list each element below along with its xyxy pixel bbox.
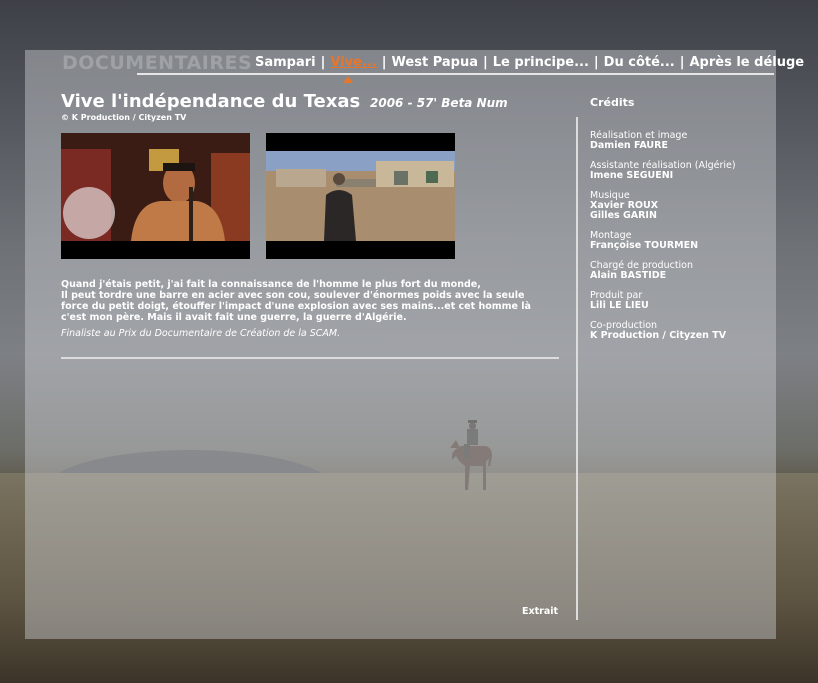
film-copyright: © K Production / Cityzen TV xyxy=(61,113,187,122)
film-still-strongman[interactable] xyxy=(61,133,250,259)
nav-separator: | xyxy=(381,55,387,70)
content-divider xyxy=(61,357,559,359)
credit-name: K Production / Cityzen TV xyxy=(590,330,727,341)
credit-entry: Réalisation et image Damien FAURE xyxy=(590,131,770,151)
credit-name: Lili LE LIEU xyxy=(590,300,649,311)
credit-entry: Produit par Lili LE LIEU xyxy=(590,291,770,311)
credits-divider xyxy=(576,117,578,620)
nav-item-sampari[interactable]: Sampari xyxy=(255,55,316,70)
desert-man-image xyxy=(266,133,455,259)
section-title: DOCUMENTAIRES xyxy=(62,52,253,74)
extract-link[interactable]: Extrait xyxy=(522,606,558,617)
synopsis-line: Il peut tordre une barre en acier avec s… xyxy=(61,290,525,301)
credit-entry: Chargé de production Alain BASTIDE xyxy=(590,261,770,281)
credit-name: Damien FAURE xyxy=(590,140,668,151)
credit-entry: Assistante réalisation (Algérie) Imene S… xyxy=(590,161,770,181)
nav-separator: | xyxy=(320,55,326,70)
nav-item-du-cote[interactable]: Du côté... xyxy=(604,55,675,70)
nav-item-vive[interactable]: Vive... xyxy=(330,55,376,70)
active-nav-triangle-icon xyxy=(343,76,353,83)
credit-name: Alain BASTIDE xyxy=(590,270,667,281)
film-meta: 2006 - 57' Beta Num xyxy=(370,96,508,110)
credit-name: Gilles GARIN xyxy=(590,210,657,221)
documentaries-nav: Sampari | Vive... | West Papua | Le principe..… xyxy=(255,55,804,70)
nav-separator: | xyxy=(593,55,599,70)
nav-separator: | xyxy=(679,55,685,70)
credits-list: Réalisation et image Damien FAURE Assist… xyxy=(590,131,770,351)
film-award: Finaliste au Prix du Documentaire de Cré… xyxy=(61,328,341,339)
nav-item-west-papua[interactable]: West Papua xyxy=(392,55,478,70)
credit-entry: Co-production K Production / Cityzen TV xyxy=(590,321,770,341)
nav-item-apres-le-deluge[interactable]: Après le déluge xyxy=(689,55,804,70)
credit-name: Imene SEGUENI xyxy=(590,170,674,181)
synopsis-line: c'est mon père. Mais il avait fait une g… xyxy=(61,312,407,323)
nav-separator: | xyxy=(483,55,488,70)
credit-entry: Musique Xavier ROUX Gilles GARIN xyxy=(590,191,770,221)
credits-title: Crédits xyxy=(590,96,635,109)
film-synopsis: Quand j'étais petit, j'ai fait la connai… xyxy=(61,279,561,323)
credit-entry: Montage Françoise TOURMEN xyxy=(590,231,770,251)
synopsis-line: Quand j'étais petit, j'ai fait la connai… xyxy=(61,279,481,290)
nav-divider xyxy=(137,73,774,75)
synopsis-line: force du petit doigt, étouffer l'impact … xyxy=(61,301,531,312)
credit-name: Françoise TOURMEN xyxy=(590,240,699,251)
strongman-image xyxy=(61,133,250,259)
film-title: Vive l'indépendance du Texas xyxy=(61,91,361,112)
film-still-desert-man[interactable] xyxy=(266,133,455,259)
nav-item-le-principe[interactable]: Le principe... xyxy=(493,55,589,70)
